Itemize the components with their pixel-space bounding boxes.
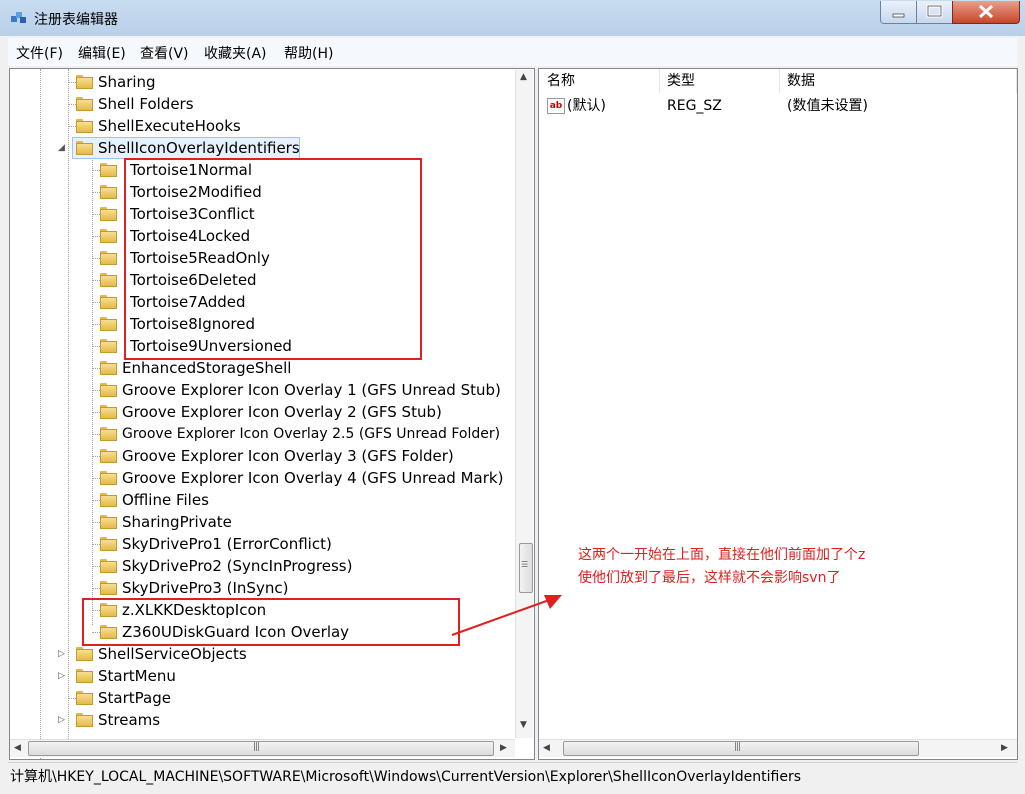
folder-icon (100, 295, 117, 309)
folder-icon (100, 339, 117, 353)
tree-item-skydrivepro3[interactable]: SkyDrivePro3 (InSync) (10, 577, 510, 599)
value-data: (数值未设置) (787, 98, 868, 114)
values-horizontal-scroll-thumb[interactable]: ||| (563, 741, 919, 756)
highlight-box-z-items (82, 598, 460, 646)
tree-item-sharing[interactable]: Sharing (10, 71, 510, 93)
registry-editor-icon (11, 12, 26, 23)
folder-icon (76, 97, 93, 111)
folder-icon (100, 581, 117, 595)
tree-item-offline-files[interactable]: Offline Files (10, 489, 510, 511)
menu-help[interactable]: 帮助(H) (284, 43, 333, 63)
value-name[interactable]: (默认) (567, 95, 606, 117)
maximize-button[interactable] (916, 1, 953, 24)
folder-icon (100, 207, 117, 221)
title-bar[interactable]: 注册表编辑器 (0, 0, 1025, 36)
scroll-right-arrow-icon[interactable]: ▶ (500, 743, 507, 753)
column-header-type[interactable]: 类型 (667, 69, 695, 93)
values-horizontal-scrollbar[interactable]: ◀ ▶ ||| (539, 739, 1017, 757)
expand-arrow-icon[interactable]: ▷ (58, 715, 66, 725)
menu-view[interactable]: 查看(V) (140, 43, 189, 63)
annotation-text-line-2: 使他们放到了最后，这样就不会影响svn了 (578, 570, 841, 586)
folder-icon (100, 229, 117, 243)
folder-icon (100, 449, 117, 463)
maximize-icon (926, 4, 943, 18)
registry-editor-window: 注册表编辑器 文件(F) 编辑(E) 查看(V) 收藏夹(A) 帮助(H) Sh… (0, 0, 1025, 794)
folder-icon (76, 119, 93, 133)
column-header-data[interactable]: 数据 (787, 69, 815, 93)
folder-icon (100, 471, 117, 485)
folder-icon (100, 185, 117, 199)
registry-values-pane[interactable]: 名称 类型 数据 ab (默认) REG_SZ (数值未设置) ◀ ▶ ||| (538, 68, 1018, 760)
folder-icon (76, 713, 93, 727)
tree-item-groove-overlay-2[interactable]: Groove Explorer Icon Overlay 2 (GFS Stub… (10, 401, 510, 423)
folder-icon (76, 669, 93, 683)
folder-icon (100, 251, 117, 265)
folder-icon (100, 317, 117, 331)
folder-icon (100, 559, 117, 573)
highlight-box-tortoise (124, 158, 422, 360)
scroll-left-arrow-icon[interactable]: ◀ (543, 743, 550, 753)
expand-arrow-icon[interactable]: ▷ (58, 649, 66, 659)
menu-favorites[interactable]: 收藏夹(A) (204, 43, 267, 63)
scroll-left-arrow-icon[interactable]: ◀ (14, 743, 21, 753)
tree-item-groove-overlay-3[interactable]: Groove Explorer Icon Overlay 3 (GFS Fold… (10, 445, 510, 467)
minimize-icon (892, 13, 905, 18)
tree-item-skydrivepro2[interactable]: SkyDrivePro2 (SyncInProgress) (10, 555, 510, 577)
tree-item-startpage[interactable]: StartPage (10, 687, 510, 709)
folder-icon (76, 647, 93, 661)
folder-icon (76, 691, 93, 705)
folder-icon (100, 163, 117, 177)
tree-item-sharingprivate[interactable]: SharingPrivate (10, 511, 510, 533)
folder-icon (100, 537, 117, 551)
menu-file[interactable]: 文件(F) (16, 43, 63, 63)
close-button[interactable] (952, 1, 1020, 24)
tree-item-streams[interactable]: ▷ Streams (10, 709, 510, 731)
status-path: 计算机\HKEY_LOCAL_MACHINE\SOFTWARE\Microsof… (10, 769, 802, 785)
folder-icon (100, 427, 117, 441)
folder-icon (100, 493, 117, 507)
tree-item-enhancedstorageshell[interactable]: EnhancedStorageShell (10, 357, 510, 379)
folder-icon (100, 273, 117, 287)
tree-item-shellexecutehooks[interactable]: ShellExecuteHooks (10, 115, 510, 137)
menu-bar: 文件(F) 编辑(E) 查看(V) 收藏夹(A) 帮助(H) (8, 38, 1017, 66)
expand-arrow-icon[interactable]: ▷ (58, 671, 66, 681)
status-bar: 计算机\HKEY_LOCAL_MACHINE\SOFTWARE\Microsof… (8, 762, 1017, 787)
folder-icon (100, 405, 117, 419)
window-title: 注册表编辑器 (34, 12, 118, 28)
folder-icon (100, 515, 117, 529)
column-header-name[interactable]: 名称 (547, 69, 575, 93)
collapse-arrow-icon[interactable]: ◢ (58, 143, 66, 153)
folder-icon (100, 383, 117, 397)
minimize-button[interactable] (880, 1, 917, 24)
tree-item-shellserviceobjects[interactable]: ▷ ShellServiceObjects (10, 643, 510, 665)
tree-item-groove-overlay-4[interactable]: Groove Explorer Icon Overlay 4 (GFS Unre… (10, 467, 510, 489)
scroll-up-arrow-icon[interactable]: ▲ (520, 72, 527, 82)
annotation-arrow-icon (451, 595, 562, 636)
scroll-right-arrow-icon[interactable]: ▶ (1001, 743, 1008, 753)
tree-item-skydrivepro1[interactable]: SkyDrivePro1 (ErrorConflict) (10, 533, 510, 555)
tree-item-shell-folders[interactable]: Shell Folders (10, 93, 510, 115)
tree-item-startmenu[interactable]: ▷ StartMenu (10, 665, 510, 687)
close-icon (978, 4, 994, 19)
string-value-icon: ab (547, 98, 565, 114)
annotation-text-line-1: 这两个一开始在上面，直接在他们前面加了个z (578, 547, 866, 563)
menu-edit[interactable]: 编辑(E) (78, 43, 126, 63)
tree-horizontal-scroll-thumb[interactable]: ||| (28, 741, 494, 756)
tree-horizontal-scrollbar[interactable]: ◀ ▶ ||| (10, 739, 515, 757)
folder-icon (100, 361, 117, 375)
value-type: REG_SZ (667, 98, 722, 114)
folder-icon (76, 75, 93, 89)
tree-item-groove-overlay-1[interactable]: Groove Explorer Icon Overlay 1 (GFS Unre… (10, 379, 510, 401)
tree-item-groove-overlay-2-5[interactable]: Groove Explorer Icon Overlay 2.5 (GFS Un… (10, 423, 510, 445)
tree-item-shelliconoverlayidentifiers[interactable]: ◢ ShellIconOverlayIdentifiers (10, 137, 510, 159)
folder-open-icon (76, 141, 93, 155)
scroll-down-arrow-icon[interactable]: ▼ (520, 720, 527, 730)
